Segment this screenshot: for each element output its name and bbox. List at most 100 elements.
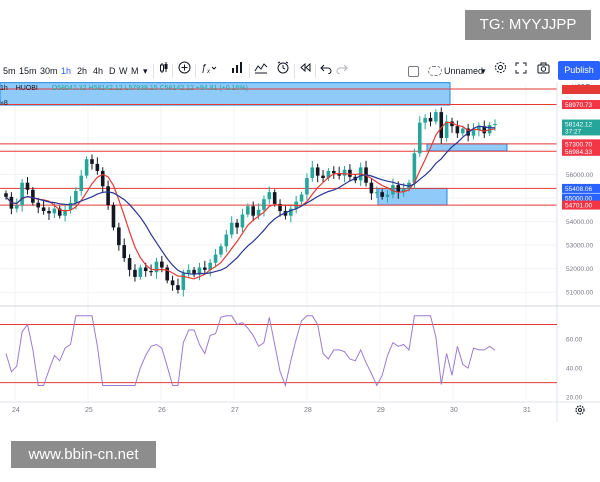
interval-dropdown-icon[interactable]: ▾ [143,60,148,82]
telegram-tag-overlay: TG: MYYJJPP [465,10,591,40]
site-watermark-overlay: www.bbin-cn.net [11,441,156,468]
candle-body [170,280,175,286]
price-axis-tick-label: 51000.00 [566,290,593,297]
legend-ohlc: O58047.32 H58142.12 L57938.15 C58142.12 … [51,85,248,92]
price-axis-label: 54701.00 [565,203,592,210]
candle-body [380,192,384,197]
rsi-axis-tick-label: 20.00 [566,395,583,402]
undo-icon[interactable] [320,60,332,82]
candle-body [84,159,89,176]
candle-body [348,169,352,177]
candle-body [176,285,180,290]
candle-body [396,185,401,193]
candle-body [149,271,153,273]
candle-body [138,267,143,277]
settings-icon[interactable] [494,60,507,82]
candle-body [272,192,277,204]
candle-body [299,194,304,202]
toolbar-divider [315,64,316,78]
checkbox-icon[interactable] [408,66,419,77]
candle-body [127,258,132,270]
candle-body [412,153,417,183]
time-axis[interactable]: 24 25 26 27 28 29 30 31 [0,401,600,415]
interval-30m[interactable]: 30m [40,60,58,82]
interval-4h[interactable]: 4h [93,60,103,82]
candle-body [219,246,223,255]
legend-collapse-toggle[interactable]: »8 [0,100,8,107]
candle-body [229,222,234,235]
candle-body [25,182,30,190]
candles-icon[interactable] [159,60,169,82]
interval-m[interactable]: M [131,60,139,82]
price-chart[interactable]: USDT56000.0055000.0054000.0053000.005200… [0,82,600,482]
candle-body [160,261,164,268]
compare-icon[interactable] [254,60,268,82]
time-axis-tick-label: 29 [377,407,385,414]
redo-icon[interactable] [336,60,348,82]
candle-body [471,129,476,136]
interval-1h[interactable]: 1h [61,60,71,82]
rsi-line [5,315,496,388]
candle-body [186,269,191,274]
gear-icon[interactable] [575,405,585,415]
candle-body [417,122,422,154]
candle-body [106,186,110,206]
legend-exchange[interactable]: HUOBI [16,85,38,92]
price-axis-label-tag [562,85,600,94]
cloud-save-icon[interactable] [428,66,442,76]
layout-name[interactable]: Unnamed [444,60,483,82]
candle-body [36,202,41,208]
candle-body [251,206,255,216]
chart-toolbar: 5m 15m 30m 1h 2h 4h D W M ▾ ƒx Unnamed ▾ [0,60,600,82]
candle-body [90,159,94,164]
toolbar-divider [195,64,196,78]
candle-body [20,182,24,206]
legend-interval: 1h [0,85,8,92]
svg-text:x: x [206,69,211,74]
candle-body [455,126,460,134]
interval-w[interactable]: W [119,60,128,82]
candle-body [203,267,207,270]
interval-5m[interactable]: 5m [3,60,16,82]
price-axis-tick-label: 53000.00 [566,243,593,250]
interval-2h[interactable]: 2h [77,60,87,82]
price-axis-label: 55408.06 [565,186,592,193]
toolbar-divider [294,64,295,78]
candle-body [79,175,84,191]
candle-body [41,207,46,211]
rsi-axis-tick-label: 60.00 [566,337,583,344]
gear-icon-hub [578,408,582,412]
candle-body [31,189,35,203]
time-axis-tick-label: 26 [158,407,166,414]
candle-body [331,170,336,174]
alert-icon[interactable] [276,60,290,82]
time-axis-tick-label: 24 [12,407,20,414]
time-axis-tick-label: 30 [450,407,458,414]
price-axis-tick-label: 56000.00 [566,172,593,179]
layout-dropdown-icon[interactable]: ▾ [481,60,486,82]
replay-icon[interactable] [299,60,312,82]
time-axis-tick-label: 25 [85,407,93,414]
price-axis-label: 58970.73 [565,102,592,109]
interval-15m[interactable]: 15m [19,60,37,82]
toolbar-divider [249,64,250,78]
snapshot-icon[interactable] [537,60,550,82]
candle-body [95,163,100,171]
fullscreen-icon[interactable] [515,60,527,82]
candle-body [321,175,325,179]
candle-body [122,245,127,259]
toolbar-divider [172,64,173,78]
publish-button[interactable]: Publish [558,61,600,80]
candle-body [374,192,379,194]
interval-d[interactable]: D [109,60,116,82]
candle-body [267,192,272,200]
fx-icon[interactable]: ƒx [200,60,218,82]
templates-icon[interactable] [231,60,244,82]
rsi-panel: 60.00 40.00 20.00 [0,305,600,402]
candle-body [117,227,121,246]
price-axis-label: 56984.33 [565,149,592,156]
candle-body [52,208,57,214]
candle-body [224,234,229,247]
add-indicator-icon[interactable] [178,60,191,82]
candle-body [310,167,315,179]
